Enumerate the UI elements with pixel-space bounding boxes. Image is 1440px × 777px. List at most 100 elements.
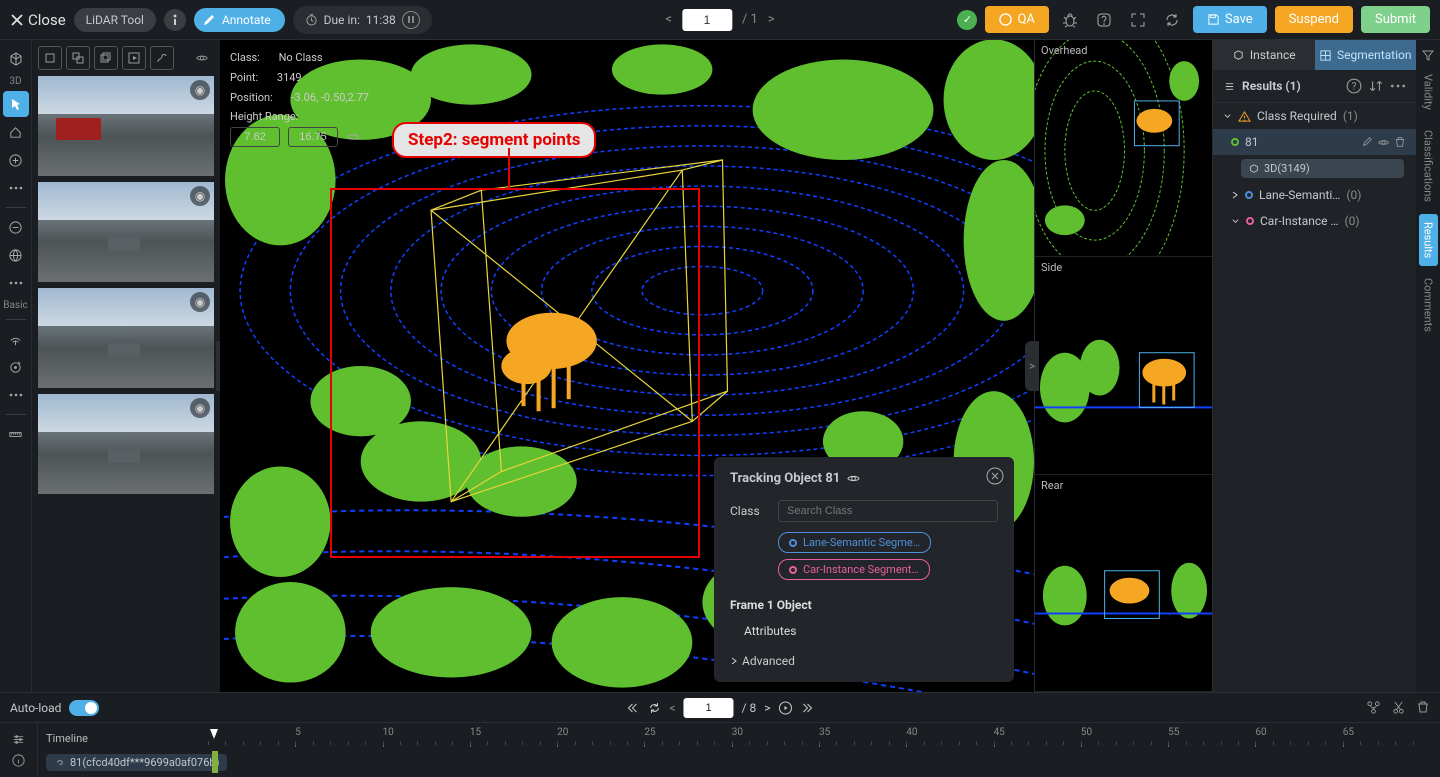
help-button[interactable] (1091, 7, 1117, 33)
point-label: Point: (230, 68, 258, 88)
tool-more-2[interactable] (3, 270, 29, 296)
result-item-lane[interactable]: Lane-Semanti… (0) (1213, 182, 1416, 208)
playhead[interactable] (210, 729, 218, 739)
page-next[interactable]: > (768, 12, 775, 27)
tool-more-1[interactable] (3, 175, 29, 201)
lane-label: Lane-Semanti… (1259, 188, 1340, 202)
sort-icon[interactable] (1368, 78, 1384, 94)
eye-icon[interactable]: ◉ (190, 80, 210, 100)
tool-ruler[interactable] (3, 421, 29, 447)
sync-button[interactable] (1159, 7, 1185, 33)
tracking-advanced-toggle[interactable]: Advanced (730, 654, 998, 668)
tool-globe[interactable] (3, 242, 29, 268)
filter-icon[interactable] (1421, 48, 1435, 62)
rail-classifications[interactable]: Classifications (1419, 122, 1438, 210)
eye-icon[interactable] (1377, 136, 1390, 149)
tool-home[interactable] (3, 119, 29, 145)
cube-icon (8, 51, 24, 67)
save-button[interactable]: Save (1193, 6, 1267, 33)
rail-comments[interactable]: Comments (1419, 270, 1438, 340)
eye-icon (195, 51, 209, 65)
camera-thumb-2[interactable]: ◉ (38, 182, 214, 282)
refresh-icon[interactable] (647, 701, 661, 715)
camera-thumb-1[interactable]: ◉ (38, 76, 214, 176)
mini-tool-play[interactable] (122, 46, 146, 70)
eye-icon[interactable]: ◉ (190, 398, 210, 418)
result-item-81[interactable]: 81 (1213, 129, 1416, 155)
eye-icon[interactable] (846, 471, 861, 486)
autoload-toggle[interactable] (69, 700, 99, 716)
view-side[interactable]: Side (1035, 257, 1212, 474)
settings-icon[interactable] (11, 732, 26, 747)
camera-thumb-4[interactable]: ◉ (38, 394, 214, 494)
sub-3d[interactable]: 3D(3149) (1241, 159, 1404, 178)
annotate-button[interactable]: Annotate (194, 8, 285, 32)
tool-add[interactable] (3, 147, 29, 173)
mini-tool-eye[interactable] (190, 46, 214, 70)
advanced-label: Advanced (742, 654, 795, 668)
help-icon[interactable]: ? (1346, 78, 1362, 94)
view-overhead[interactable]: Overhead (1035, 40, 1212, 257)
page-input[interactable] (682, 9, 732, 31)
tool-more-3[interactable] (3, 382, 29, 408)
group-class-required[interactable]: Class Required (1) (1213, 103, 1416, 129)
timeline-ruler[interactable]: 5101520253035404550556065 (208, 727, 1430, 749)
page-total: / 1 (742, 12, 758, 27)
bug-button[interactable] (1057, 7, 1083, 33)
pause-button[interactable] (402, 11, 420, 29)
close-button[interactable]: Close (10, 11, 66, 29)
fullscreen-button[interactable] (1125, 7, 1151, 33)
play-icon[interactable] (779, 701, 793, 715)
info-icon[interactable] (11, 753, 26, 768)
height-min-input[interactable] (230, 127, 280, 147)
height-max-input[interactable] (288, 127, 338, 147)
trash-icon[interactable] (1416, 700, 1430, 714)
tool-pointer[interactable] (3, 91, 29, 117)
trash-icon[interactable] (1394, 136, 1406, 148)
mini-tool-box[interactable] (38, 46, 62, 70)
tool-cube[interactable] (3, 46, 29, 72)
info-button[interactable] (164, 9, 186, 31)
branch-icon[interactable] (1366, 700, 1381, 715)
tracking-close[interactable] (986, 467, 1004, 485)
viewport-3d[interactable]: Class: No Class Point: 3149 Position: -3… (220, 40, 1034, 692)
tool-remove[interactable] (3, 214, 29, 240)
qa-button[interactable]: QA (985, 6, 1048, 33)
view-rear[interactable]: Rear (1035, 475, 1212, 692)
camera-thumb-3[interactable]: ◉ (38, 288, 214, 388)
tool-signal[interactable] (3, 326, 29, 352)
mini-tool-boxes[interactable] (66, 46, 90, 70)
class-chip-lane[interactable]: Lane-Semantic Segme… (778, 532, 931, 553)
class-chip-car[interactable]: Car-Instance Segment… (778, 559, 930, 580)
more-icon[interactable] (1390, 78, 1406, 94)
result-item-car[interactable]: Car-Instance … (0) (1213, 208, 1416, 234)
link-icon[interactable] (346, 130, 360, 144)
eye-icon[interactable]: ◉ (190, 292, 210, 312)
mini-tool-dup[interactable] (94, 46, 118, 70)
skip-back-icon[interactable] (625, 701, 639, 715)
suspend-button[interactable]: Suspend (1275, 6, 1353, 33)
track-81[interactable]: 81(cfcd40df***9699a0af076b) (46, 754, 227, 771)
frame-input[interactable] (684, 698, 734, 718)
frame-next[interactable]: > (764, 701, 770, 715)
tab-segmentation[interactable]: Segmentation (1315, 40, 1417, 70)
rail-results[interactable]: Results (1419, 214, 1438, 266)
skip-fwd-icon[interactable] (801, 701, 815, 715)
annot-step2: Step2: segment points (392, 122, 596, 158)
annotate-label: Annotate (222, 13, 271, 27)
page-prev[interactable]: < (665, 12, 672, 27)
track-keyframe[interactable] (212, 751, 218, 773)
tab-instance[interactable]: Instance (1213, 40, 1315, 70)
frame-prev[interactable]: < (669, 701, 675, 715)
segmentation-icon (1319, 49, 1332, 62)
sub-3d-label: 3D(3149) (1264, 162, 1310, 175)
eye-icon[interactable]: ◉ (190, 186, 210, 206)
rail-validity[interactable]: Validity (1419, 66, 1438, 118)
edit-icon[interactable] (1361, 136, 1373, 148)
cut-icon[interactable] (1391, 700, 1406, 715)
mini-tool-route[interactable] (150, 46, 174, 70)
submit-button[interactable]: Submit (1361, 6, 1430, 33)
tracking-class-search[interactable] (778, 500, 998, 522)
lane-count: (0) (1346, 188, 1361, 202)
tool-target[interactable] (3, 354, 29, 380)
